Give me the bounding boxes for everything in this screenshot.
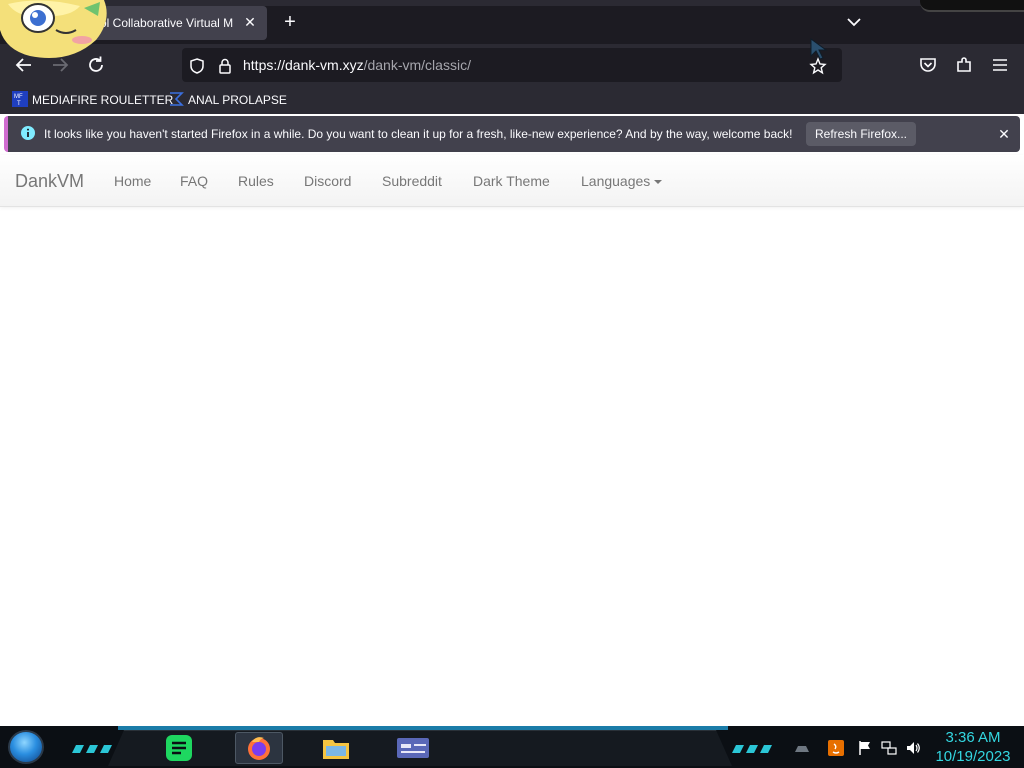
url-path: /dank-vm/classic/ (363, 57, 471, 73)
notification-close-icon[interactable]: ✕ (995, 125, 1013, 143)
pocket-icon[interactable] (917, 54, 939, 76)
menu-hamburger-icon[interactable] (989, 54, 1011, 76)
taskbar-chevrons-right-icon (730, 740, 774, 753)
svg-text:T: T (17, 101, 21, 107)
info-icon (20, 125, 36, 141)
nav-link-rules[interactable]: Rules (238, 173, 274, 189)
site-brand[interactable]: DankVM (15, 171, 84, 192)
network-icon[interactable] (881, 740, 897, 756)
tab-close-icon[interactable]: ✕ (241, 13, 259, 31)
java-icon[interactable] (828, 740, 844, 756)
firefox-icon[interactable] (235, 732, 283, 764)
bookmark-sigma[interactable]: ANAL PROLAPSE (168, 91, 287, 109)
site-navbar: DankVM Home FAQ Rules Discord Subreddit … (0, 155, 1024, 207)
window-controls[interactable] (920, 0, 1024, 12)
languages-label: Languages (581, 173, 651, 189)
clock-date: 10/19/2023 (935, 748, 1011, 765)
notification-message: It looks like you haven't started Firefo… (44, 127, 793, 141)
window-app-icon[interactable] (394, 732, 432, 764)
nav-link-languages[interactable]: Languages (581, 173, 663, 189)
sigma-icon (168, 91, 184, 107)
nav-link-faq[interactable]: FAQ (180, 173, 208, 189)
web-page: DankVM Home FAQ Rules Discord Subreddit … (0, 155, 1024, 726)
bookmark-label: MEDIAFIRE ROULETTER (32, 93, 174, 107)
firefox-refresh-notification: It looks like you haven't started Firefo… (4, 116, 1020, 152)
taskbar-chevrons-left-icon (70, 740, 114, 753)
browser-navigation-bar: https://dank-vm.xyz/dank-vm/classic/ (0, 38, 1024, 86)
browser-tab-bar: ol Collaborative Virtual M ✕ + (0, 0, 1024, 44)
clock-time: 3:36 AM (945, 729, 1001, 746)
url-host: https://dank-vm.xyz (243, 57, 364, 73)
tracking-shield-icon[interactable] (188, 57, 206, 75)
mediafire-icon: MF T (12, 91, 28, 107)
volume-icon[interactable] (905, 740, 921, 756)
nav-link-subreddit[interactable]: Subreddit (382, 173, 442, 189)
flag-icon[interactable] (857, 740, 873, 756)
taskbar-accent-strip (118, 726, 728, 730)
dropdown-caret-icon (654, 180, 663, 184)
new-tab-button[interactable]: + (280, 12, 300, 32)
nav-link-dark-theme[interactable]: Dark Theme (473, 173, 550, 189)
notes-app-icon[interactable] (163, 732, 195, 764)
bookmark-label: ANAL PROLAPSE (188, 93, 287, 107)
cartoon-avatar-icon (0, 0, 112, 62)
tab-title: ol Collaborative Virtual M (100, 16, 234, 30)
system-clock[interactable]: 3:36 AM 10/19/2023 (928, 728, 1018, 766)
tab-list-chevron-icon[interactable] (844, 12, 864, 32)
url-text[interactable]: https://dank-vm.xyz/dank-vm/classic/ (243, 57, 471, 73)
lock-icon[interactable] (216, 57, 234, 75)
nav-link-discord[interactable]: Discord (304, 173, 351, 189)
taskbar: 3:36 AM 10/19/2023 (0, 726, 1024, 768)
bookmark-mediafire[interactable]: MF T MEDIAFIRE ROULETTER (12, 91, 173, 109)
bookmarks-toolbar: MF T MEDIAFIRE ROULETTER ANAL PROLAPSE (0, 86, 1024, 114)
extensions-icon[interactable] (953, 54, 975, 76)
show-hidden-icons-icon[interactable] (794, 740, 810, 756)
file-explorer-icon[interactable] (320, 732, 352, 764)
refresh-firefox-button[interactable]: Refresh Firefox... (806, 122, 916, 146)
svg-text:MF: MF (14, 94, 23, 100)
nav-link-home[interactable]: Home (114, 173, 151, 189)
url-bar[interactable]: https://dank-vm.xyz/dank-vm/classic/ (182, 48, 842, 82)
start-orb-icon[interactable] (8, 730, 44, 764)
mouse-cursor-icon (810, 38, 828, 60)
